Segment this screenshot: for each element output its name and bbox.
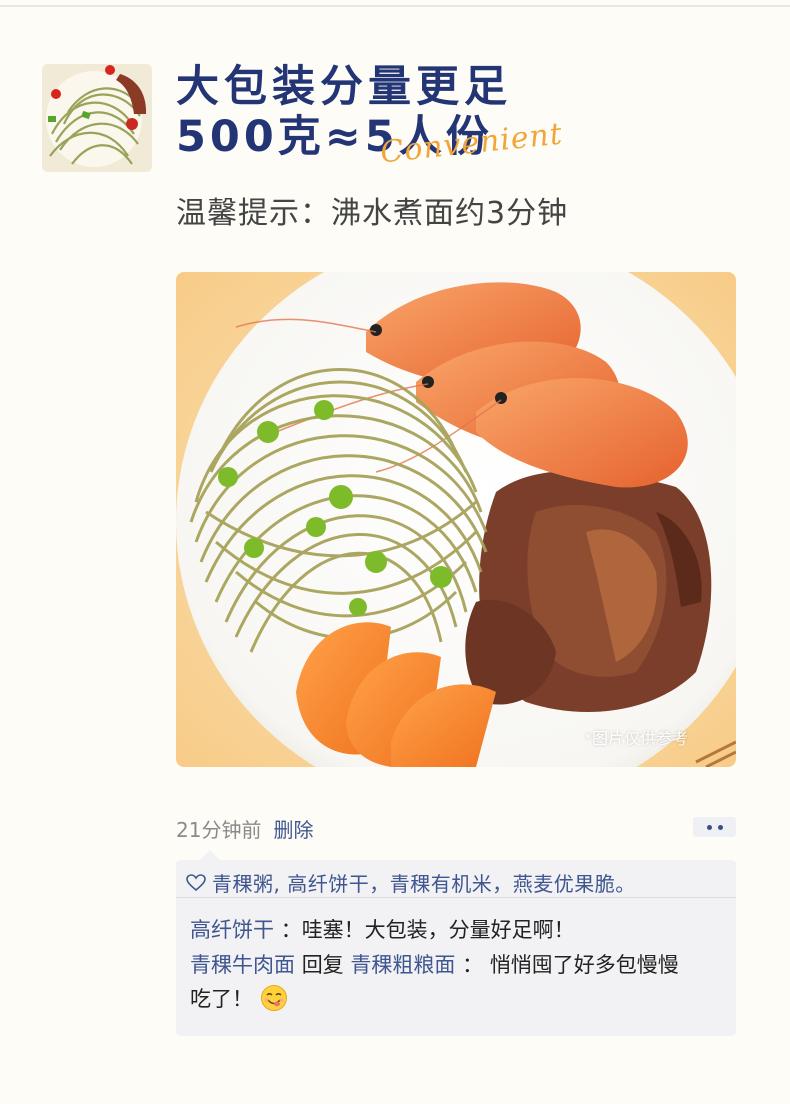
likes-row: 青稞粥, 高纤饼干，青稞有机米，燕麦优果脆。 — [186, 868, 636, 897]
headline-line-1: 大包装分量更足 — [176, 62, 512, 112]
avatar[interactable] — [42, 64, 152, 172]
likes-list[interactable]: 青稞粥, 高纤饼干，青稞有机米，燕麦优果脆。 — [212, 868, 636, 897]
comment-author[interactable]: 青稞牛肉面 — [190, 953, 295, 977]
comment-separator: ： — [280, 918, 302, 942]
food-photo[interactable]: *图片仅供参考 — [176, 272, 736, 767]
comment-text-line2: 吃了！ — [190, 987, 253, 1011]
avatar-image — [42, 64, 152, 172]
more-dots-icon — [706, 824, 712, 830]
post-time: 21分钟前 — [176, 818, 262, 842]
comment-1[interactable]: 高纤饼干 ：哇塞！大包装，分量好足啊！ — [190, 913, 730, 947]
panel-notch — [200, 850, 220, 860]
photo-watermark: *图片仅供参考 — [583, 729, 688, 748]
comment-text-line1: 悄悄囤了好多包慢慢 — [489, 953, 679, 977]
smile-emoji-icon — [260, 985, 287, 1011]
comment-separator: ： — [462, 953, 484, 977]
comment-2[interactable]: 青稞牛肉面 回复 青稞粗粮面 ： 悄悄囤了好多包慢慢 吃了！ — [190, 948, 730, 1016]
food-photo-image — [176, 272, 736, 767]
more-dots-icon-2 — [717, 824, 723, 830]
comment-text: 哇塞！大包装，分量好足啊！ — [301, 918, 575, 942]
reply-word: 回复 — [301, 953, 344, 977]
likes-comments-panel: 青稞粥, 高纤饼干，青稞有机米，燕麦优果脆。 高纤饼干 ：哇塞！大包装，分量好足… — [176, 860, 736, 1036]
delete-link[interactable]: 删除 — [273, 818, 313, 842]
panel-divider — [176, 897, 736, 898]
heart-icon — [186, 873, 206, 891]
more-button[interactable] — [693, 817, 736, 837]
top-divider — [0, 5, 790, 7]
reply-target[interactable]: 青稞粗粮面 — [350, 953, 455, 977]
comment-author[interactable]: 高纤饼干 — [190, 918, 274, 942]
cooking-tip: 温馨提示：沸水煮面约3分钟 — [176, 196, 569, 231]
post-meta: 21分钟前 删除 — [176, 814, 313, 843]
